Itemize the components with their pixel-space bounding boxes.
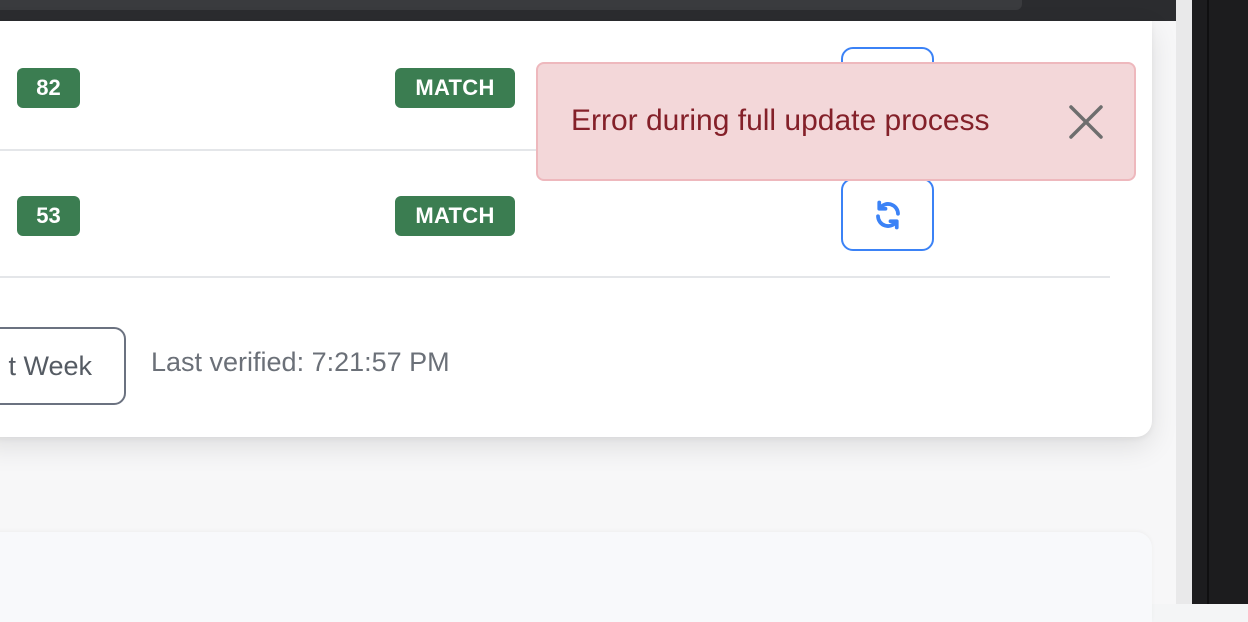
score-badge: 82 — [17, 68, 80, 108]
browser-top-bar — [0, 0, 1192, 21]
week-button[interactable]: t Week — [0, 327, 126, 405]
close-icon — [1069, 105, 1103, 139]
status-badge: MATCH — [395, 68, 515, 108]
secondary-card — [0, 532, 1152, 622]
close-button[interactable] — [1066, 102, 1106, 142]
refresh-button[interactable] — [841, 178, 934, 251]
status-badge: MATCH — [395, 196, 515, 236]
error-toast-message: Error during full update process — [571, 104, 990, 137]
last-verified-text: Last verified: 7:21:57 PM — [151, 347, 450, 377]
window-edge — [1192, 0, 1248, 604]
refresh-icon — [875, 200, 900, 229]
error-toast: Error during full update process — [536, 62, 1136, 181]
table-bottom-divider — [0, 276, 1110, 278]
browser-top-bar-inner — [0, 0, 1022, 10]
score-badge: 53 — [17, 196, 80, 236]
scrollbar-track[interactable] — [1176, 0, 1192, 604]
